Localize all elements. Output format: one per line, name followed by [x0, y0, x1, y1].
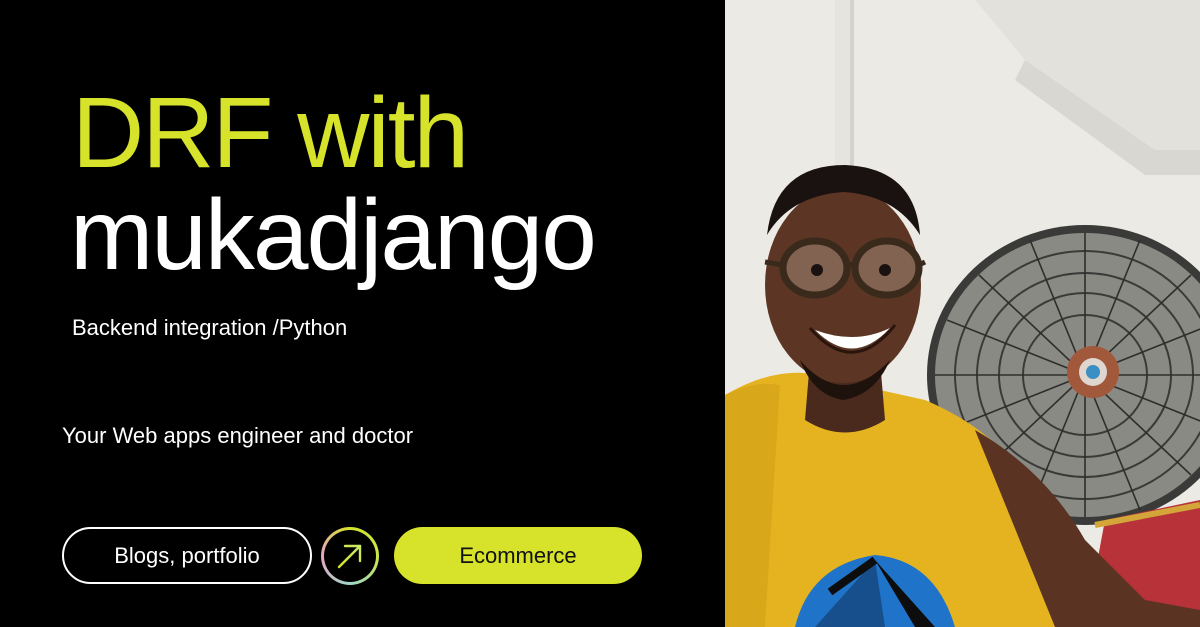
headline-line-2: mukadjango: [70, 179, 597, 291]
blogs-portfolio-button[interactable]: Blogs, portfolio: [62, 527, 312, 584]
arrow-button[interactable]: [321, 527, 379, 585]
arrow-up-right-icon: [337, 544, 362, 569]
headline-line-1: DRF with: [72, 77, 469, 189]
ecommerce-label: Ecommerce: [459, 542, 577, 568]
ecommerce-button[interactable]: Ecommerce: [394, 527, 642, 584]
arrow-button-inner: [324, 530, 376, 582]
tagline: Your Web apps engineer and doctor: [62, 423, 414, 448]
blogs-portfolio-label: Blogs, portfolio: [114, 542, 260, 568]
subtitle: Backend integration /Python: [72, 315, 348, 340]
person-photo: [725, 0, 1200, 627]
left-panel: DRF with mukadjango Backend integration …: [0, 0, 725, 627]
photo-illustration: [725, 0, 1200, 627]
